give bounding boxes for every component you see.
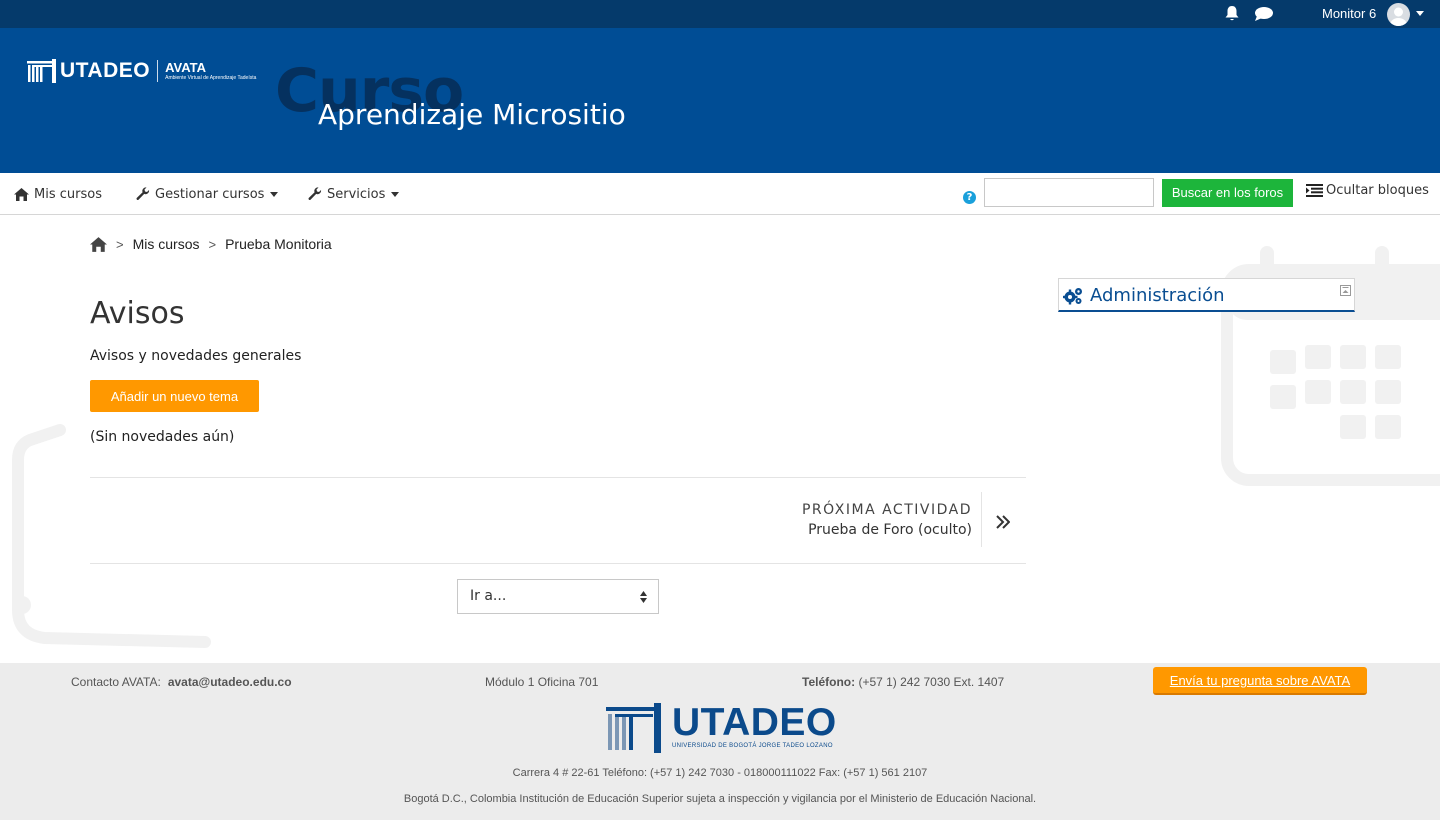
utadeo-logo-mark-icon — [27, 59, 56, 83]
home-icon — [14, 187, 29, 201]
footer-logo-subtitle: UNIVERSIDAD DE BOGOTÁ JORGE TADEO LOZANO — [672, 743, 833, 749]
footer-phone: Teléfono: (+57 1) 242 7030 Ext. 1407 — [802, 675, 1004, 689]
course-header-banner: UTADEO AVATA Ambiente Virtual de Aprendi… — [0, 28, 1440, 173]
footer-contact: Contacto AVATA: avata@utadeo.edu.co — [71, 675, 292, 689]
user-menu-caret-icon[interactable] — [1416, 11, 1424, 16]
send-question-button[interactable]: Envía tu pregunta sobre AVATA — [1153, 667, 1367, 695]
nav-my-courses[interactable]: Mis cursos — [14, 185, 102, 203]
logo-avata-text: AVATA Ambiente Virtual de Aprendizaje Ta… — [165, 61, 256, 81]
footer-legal-note: Bogotá D.C., Colombia Institución de Edu… — [403, 793, 1037, 805]
dropdown-caret-icon — [391, 191, 400, 197]
footer-logo-text: UTADEO UNIVERSIDAD DE BOGOTÁ JORGE TADEO… — [672, 701, 837, 750]
footer-address: Carrera 4 # 22-61 Teléfono: (+57 1) 242 … — [512, 767, 928, 779]
notification-bell-icon[interactable] — [1224, 5, 1240, 22]
nav-services[interactable]: Servicios — [308, 185, 400, 203]
add-new-topic-button[interactable]: Añadir un nuevo tema — [90, 380, 259, 412]
jump-to-select[interactable]: Ir a... — [457, 579, 659, 614]
footer-utadeo-logo[interactable]: UTADEO UNIVERSIDAD DE BOGOTÁ JORGE TADEO… — [606, 703, 837, 753]
administration-block-title[interactable]: Administración — [1090, 285, 1225, 306]
jump-to-selected-value: Ir a... — [470, 588, 507, 604]
nav-services-label: Servicios — [327, 186, 386, 202]
utadeo-avata-logo[interactable]: UTADEO AVATA Ambiente Virtual de Aprendi… — [27, 58, 256, 84]
breadcrumb-separator: > — [208, 236, 217, 252]
user-silhouette-icon — [1390, 7, 1407, 26]
breadcrumb: > Mis cursos > Prueba Monitoria — [90, 236, 332, 252]
nav-manage-courses[interactable]: Gestionar cursos — [136, 185, 279, 203]
page-title: Avisos — [90, 296, 185, 331]
indent-list-icon — [1306, 184, 1323, 197]
user-avatar[interactable] — [1387, 3, 1410, 26]
select-arrows-icon — [640, 591, 647, 603]
page-footer: Contacto AVATA: avata@utadeo.edu.co Módul… — [0, 663, 1440, 820]
footer-office: Módulo 1 Oficina 701 — [485, 675, 599, 689]
next-activity-label: PRÓXIMA ACTIVIDAD — [801, 502, 972, 518]
nav-my-courses-label: Mis cursos — [34, 186, 102, 202]
course-title: Aprendizaje Micrositio — [318, 98, 626, 131]
breadcrumb-my-courses[interactable]: Mis cursos — [133, 236, 200, 252]
search-help-icon[interactable]: ? — [963, 191, 976, 204]
gears-icon — [1063, 288, 1082, 305]
footer-contact-email[interactable]: avata@utadeo.edu.co — [168, 675, 292, 689]
nav-manage-courses-label: Gestionar cursos — [155, 186, 265, 202]
breadcrumb-separator: > — [116, 236, 124, 252]
block-collapse-icon[interactable] — [1340, 285, 1351, 296]
logo-utadeo-text: UTADEO — [60, 59, 151, 82]
hide-blocks-button[interactable]: Ocultar bloques — [1306, 183, 1429, 198]
forum-description: Avisos y novedades generales — [90, 348, 302, 364]
forum-search-input[interactable] — [984, 178, 1154, 207]
search-forums-button[interactable]: Buscar en los foros — [1162, 179, 1293, 207]
logo-separator — [157, 60, 159, 82]
no-news-note: (Sin novedades aún) — [90, 429, 235, 445]
footer-contact-label: Contacto AVATA: — [71, 675, 161, 689]
logo-avata-subtitle: Ambiente Virtual de Aprendizaje Tadeísta — [165, 75, 257, 81]
messages-chat-icon[interactable] — [1254, 6, 1274, 22]
divider — [90, 477, 1026, 478]
tablet-watermark-icon — [12, 424, 211, 648]
hide-blocks-label: Ocultar bloques — [1326, 183, 1429, 198]
utadeo-logo-mark-icon — [606, 703, 661, 753]
breadcrumb-home-icon[interactable] — [90, 236, 107, 252]
top-bar: Monitor 6 — [0, 0, 1440, 28]
footer-phone-label: Teléfono: — [802, 675, 856, 689]
administration-block: Administración — [1058, 278, 1355, 312]
footer-logo-name: UTADEO — [672, 701, 837, 744]
wrench-icon — [136, 187, 150, 201]
next-activity-link[interactable]: Prueba de Foro (oculto) — [808, 522, 972, 538]
breadcrumb-current-course[interactable]: Prueba Monitoria — [225, 236, 332, 252]
wrench-icon — [308, 187, 322, 201]
logo-avata-name: AVATA — [165, 60, 207, 75]
double-chevron-right-icon[interactable] — [996, 514, 1010, 530]
divider — [90, 563, 1026, 564]
footer-phone-value: (+57 1) 242 7030 Ext. 1407 — [855, 675, 1005, 689]
divider — [981, 492, 982, 547]
user-menu-name[interactable]: Monitor 6 — [1322, 6, 1376, 21]
dropdown-caret-icon — [270, 191, 279, 197]
